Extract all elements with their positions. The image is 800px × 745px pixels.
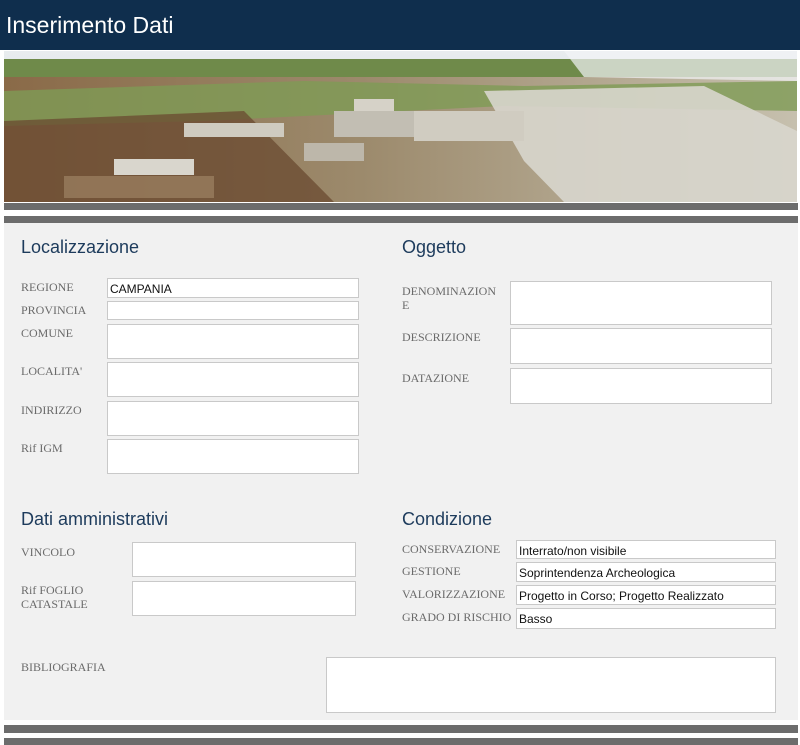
regione-field[interactable]: CAMPANIA <box>107 278 359 298</box>
denominazione-label: DENOMINAZION E <box>402 284 496 312</box>
regione-label: REGIONE <box>21 280 74 294</box>
bibliografia-field[interactable] <box>326 657 776 713</box>
indirizzo-label: INDIRIZZO <box>21 403 82 417</box>
conservazione-field[interactable]: Interrato/non visibile <box>516 540 776 559</box>
vincolo-field[interactable] <box>132 542 356 577</box>
denominazione-label-line1: DENOMINAZION <box>402 284 496 298</box>
section-condizione-title: Condizione <box>402 509 493 529</box>
grado-rischio-label: GRADO DI RISCHIO <box>402 610 512 624</box>
valorizzazione-field[interactable]: Progetto in Corso; Progetto Realizzato <box>516 585 776 605</box>
header-bar: Inserimento Dati <box>0 0 800 50</box>
comune-field[interactable] <box>107 324 359 359</box>
rif-foglio-label-line2: CATASTALE <box>21 597 88 611</box>
section-amministrativi-title: Dati amministrativi <box>21 509 169 529</box>
descrizione-field[interactable] <box>510 328 772 364</box>
gestione-label: GESTIONE <box>402 564 461 578</box>
rif-foglio-label: Rif FOGLIO CATASTALE <box>21 583 88 611</box>
vincolo-label: VINCOLO <box>21 545 75 559</box>
bibliografia-label: BIBLIOGRAFIA <box>21 660 106 674</box>
indirizzo-field[interactable] <box>107 401 359 436</box>
form-panel: Localizzazione REGIONE CAMPANIA PROVINCI… <box>4 223 798 720</box>
descrizione-label: DESCRIZIONE <box>402 330 481 344</box>
denominazione-label-line2: E <box>402 298 410 312</box>
rif-igm-field[interactable] <box>107 439 359 474</box>
rif-foglio-field[interactable] <box>132 581 356 616</box>
divider-bar-top-2 <box>4 216 798 223</box>
section-oggetto-title: Oggetto <box>402 237 467 257</box>
page-title: Inserimento Dati <box>6 12 174 38</box>
divider-bar-top-1 <box>4 203 798 210</box>
localita-label: LOCALITA' <box>21 364 83 378</box>
banner-image <box>4 51 797 202</box>
rif-igm-label: Rif IGM <box>21 441 63 455</box>
provincia-field[interactable] <box>107 301 359 320</box>
denominazione-field[interactable] <box>510 281 772 325</box>
grado-rischio-field[interactable]: Basso <box>516 608 776 629</box>
datazione-field[interactable] <box>510 368 772 404</box>
datazione-label: DATAZIONE <box>402 371 470 385</box>
divider-bar-bottom-1 <box>4 725 798 733</box>
gestione-field[interactable]: Soprintendenza Archeologica <box>516 562 776 582</box>
banner-photo <box>4 51 797 202</box>
localita-field[interactable] <box>107 362 359 397</box>
comune-label: COMUNE <box>21 326 74 340</box>
valorizzazione-label: VALORIZZAZIONE <box>402 587 506 601</box>
conservazione-label: CONSERVAZIONE <box>402 542 501 556</box>
divider-bar-bottom-2 <box>4 738 798 745</box>
provincia-label: PROVINCIA <box>21 303 87 317</box>
section-localizzazione-title: Localizzazione <box>21 237 140 257</box>
rif-foglio-label-line1: Rif FOGLIO <box>21 583 84 597</box>
